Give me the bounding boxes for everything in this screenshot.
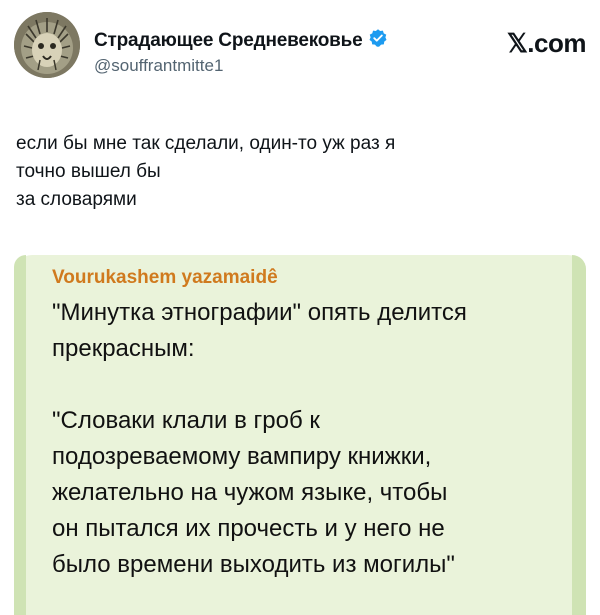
verified-badge-icon <box>368 28 388 53</box>
quote-line: было времени выходить из могилы" <box>52 551 455 578</box>
quote-line: "Словаки клали в гроб к <box>52 407 320 434</box>
name-row: Страдающее Средневековье <box>94 28 388 53</box>
quote-line: желательно на чужом языке, чтобы <box>52 479 448 506</box>
tweet-text-line: если бы мне так сделали, один-то уж раз … <box>16 133 396 154</box>
quote-line: прекрасным: <box>52 335 195 362</box>
quote-accent-bar <box>14 255 26 615</box>
x-logo: 𝕏.com <box>506 28 587 58</box>
quoted-message-card: Vourukashem yazamaidê "Минутка этнографи… <box>14 255 586 615</box>
tweet-text-line: точно вышел бы <box>16 161 161 182</box>
tweet-text: если бы мне так сделали, один-то уж раз … <box>16 130 576 214</box>
quote-line-blank <box>52 367 572 403</box>
tweet-text-line: за словарями <box>16 189 137 210</box>
quote-line: подозреваемому вампиру книжки, <box>52 443 432 470</box>
quote-line: он пытался их прочесть и у него не <box>52 515 445 542</box>
avatar[interactable] <box>14 12 80 78</box>
quote-side-bar <box>572 255 586 615</box>
quoted-author-name[interactable]: Vourukashem yazamaidê <box>52 267 278 289</box>
quote-line: "Минутка этнографии" опять делится <box>52 299 467 326</box>
quoted-message-text: "Минутка этнографии" опять делится прекр… <box>52 295 572 583</box>
tweet-header: Страдающее Средневековье @souffrantmitte… <box>14 12 587 82</box>
display-name[interactable]: Страдающее Средневековье <box>94 30 363 52</box>
user-handle[interactable]: @souffrantmitte1 <box>94 56 223 76</box>
